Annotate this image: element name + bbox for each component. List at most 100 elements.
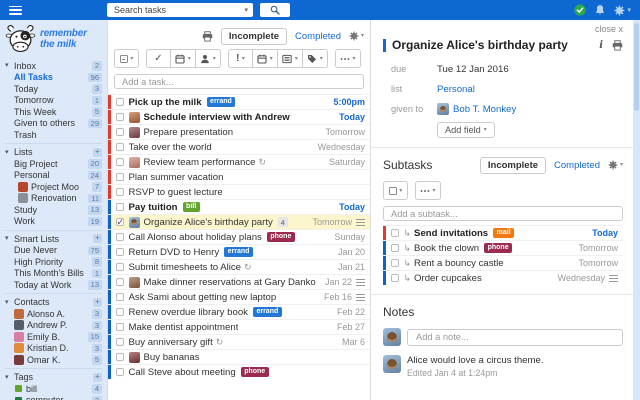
task-row[interactable]: Pay tuitionbillToday bbox=[108, 199, 370, 214]
sidebar-item-andrew-p[interactable]: Andrew P.3 bbox=[0, 320, 107, 332]
sidebar-item-work[interactable]: Work19 bbox=[0, 216, 107, 228]
toolbar-due-date-button[interactable] bbox=[171, 49, 196, 68]
toolbar-select-button[interactable] bbox=[114, 49, 139, 68]
sidebar-item-due-never[interactable]: Due Never75 bbox=[0, 245, 107, 257]
task-row[interactable]: Organize Alice's birthday party4Tomorrow bbox=[108, 214, 370, 229]
task-row[interactable]: Schedule interview with AndrewToday bbox=[108, 109, 370, 124]
sidebar-item-kristian-d[interactable]: Kristian D.3 bbox=[0, 343, 107, 355]
toolbar-more-button[interactable] bbox=[415, 181, 441, 200]
toolbar-postpone-button[interactable] bbox=[253, 49, 278, 68]
detail-task-title[interactable]: Organize Alice's birthday party bbox=[392, 38, 599, 52]
task-row[interactable]: Buy anniversary giftMar 6 bbox=[108, 334, 370, 349]
add-note-input[interactable] bbox=[414, 331, 616, 343]
task-checkbox[interactable] bbox=[116, 158, 124, 166]
subtask-row[interactable]: Order cupcakesWednesday bbox=[383, 270, 623, 285]
sidebar-item-computer[interactable]: computer2 bbox=[0, 395, 107, 400]
task-checkbox[interactable] bbox=[116, 263, 124, 271]
detail-scrollbar-track[interactable] bbox=[633, 20, 640, 400]
toolbar-assign-button[interactable] bbox=[196, 49, 221, 68]
add-note-box[interactable] bbox=[407, 329, 623, 346]
tag-chip[interactable]: mail bbox=[493, 228, 514, 238]
task-checkbox[interactable] bbox=[116, 143, 124, 151]
task-row[interactable]: Submit timesheets to AliceJan 21 bbox=[108, 259, 370, 274]
task-checkbox[interactable] bbox=[116, 353, 124, 361]
task-row[interactable]: Make dentist appointmentFeb 27 bbox=[108, 319, 370, 334]
sidebar-section-smart-lists[interactable]: Smart Lists bbox=[0, 233, 107, 245]
task-checkbox[interactable] bbox=[116, 98, 124, 106]
sidebar-item-project-moo[interactable]: Project Moo7 bbox=[0, 181, 107, 193]
notifications-bell-icon[interactable] bbox=[594, 4, 606, 16]
list-options-button[interactable] bbox=[349, 31, 364, 41]
search-options-caret-icon[interactable] bbox=[244, 7, 248, 14]
tag-chip[interactable]: errand bbox=[207, 97, 236, 107]
sidebar-item-high-priority[interactable]: High Priority8 bbox=[0, 256, 107, 268]
task-checkbox[interactable] bbox=[116, 113, 124, 121]
tag-chip[interactable]: errand bbox=[224, 247, 253, 257]
tag-chip[interactable]: phone bbox=[267, 232, 295, 242]
add-subtask-input[interactable] bbox=[389, 208, 617, 220]
subtasks-tab-completed[interactable]: Completed bbox=[554, 160, 600, 171]
task-row[interactable]: Pick up the milkerrand5:00pm bbox=[108, 94, 370, 109]
add-icon[interactable] bbox=[93, 373, 102, 382]
print-button[interactable] bbox=[202, 31, 213, 42]
toolbar-priority-button[interactable]: ! bbox=[228, 49, 253, 68]
subtasks-tab-incomplete[interactable]: Incomplete bbox=[480, 157, 546, 174]
add-field-button[interactable]: Add field bbox=[437, 122, 495, 138]
settings-menu-button[interactable] bbox=[614, 5, 631, 16]
toolbar-tag-button[interactable] bbox=[303, 49, 328, 68]
add-icon[interactable] bbox=[93, 148, 102, 157]
task-checkbox[interactable] bbox=[116, 203, 124, 211]
task-row[interactable]: Renew overdue library bookerrandFeb 22 bbox=[108, 304, 370, 319]
sidebar-item-alonso-a[interactable]: Alonso A.3 bbox=[0, 308, 107, 320]
task-checkbox[interactable] bbox=[391, 244, 399, 252]
task-row[interactable]: Review team performanceSaturday bbox=[108, 154, 370, 169]
sidebar-item-today[interactable]: Today3 bbox=[0, 83, 107, 95]
sidebar-item-omar-k[interactable]: Omar K.5 bbox=[0, 354, 107, 366]
task-checkbox[interactable] bbox=[116, 323, 124, 331]
sidebar-item-this-month-s-bills[interactable]: This Month's Bills1 bbox=[0, 268, 107, 280]
sidebar-item-personal[interactable]: Personal24 bbox=[0, 170, 107, 182]
task-checkbox[interactable] bbox=[116, 218, 124, 226]
task-row[interactable]: Prepare presentationTomorrow bbox=[108, 124, 370, 139]
task-row[interactable]: Take over the worldWednesday bbox=[108, 139, 370, 154]
task-checkbox[interactable] bbox=[391, 229, 399, 237]
sidebar-section-contacts[interactable]: Contacts bbox=[0, 297, 107, 309]
task-checkbox[interactable] bbox=[116, 308, 124, 316]
tag-chip[interactable]: phone bbox=[241, 367, 269, 377]
sidebar-item-given-to-others[interactable]: Given to others29 bbox=[0, 118, 107, 130]
sidebar-item-trash[interactable]: Trash bbox=[0, 129, 107, 141]
close-detail-button[interactable]: close x bbox=[595, 24, 623, 34]
task-row[interactable]: Call Alonso about holiday plansphoneSund… bbox=[108, 229, 370, 244]
tag-chip[interactable]: bill bbox=[183, 202, 200, 212]
task-checkbox[interactable] bbox=[116, 293, 124, 301]
sidebar-item-all-tasks[interactable]: All Tasks96 bbox=[0, 72, 107, 84]
info-icon[interactable]: i bbox=[599, 40, 603, 51]
task-row[interactable]: Ask Sami about getting new laptopFeb 16 bbox=[108, 289, 370, 304]
sidebar-item-study[interactable]: Study13 bbox=[0, 204, 107, 216]
sidebar-section-inbox[interactable]: Inbox2 bbox=[0, 60, 107, 72]
tag-chip[interactable]: errand bbox=[253, 307, 282, 317]
subtask-row[interactable]: Book the clownphoneTomorrow bbox=[383, 240, 623, 255]
add-task-box[interactable] bbox=[114, 74, 364, 89]
add-task-input[interactable] bbox=[120, 76, 358, 88]
subtasks-options-button[interactable] bbox=[608, 160, 623, 170]
add-subtask-box[interactable] bbox=[383, 206, 623, 221]
task-checkbox[interactable] bbox=[391, 259, 399, 267]
task-checkbox[interactable] bbox=[116, 188, 124, 196]
sidebar-item-this-week[interactable]: This Week5 bbox=[0, 106, 107, 118]
field-value[interactable]: Bob T. Monkey bbox=[437, 103, 516, 115]
sidebar-item-today-at-work[interactable]: Today at Work13 bbox=[0, 279, 107, 291]
task-row[interactable]: Call Steve about meetingphone bbox=[108, 364, 370, 379]
hamburger-menu-button[interactable] bbox=[9, 6, 22, 15]
sidebar-item-tomorrow[interactable]: Tomorrow1 bbox=[0, 95, 107, 107]
task-checkbox[interactable] bbox=[116, 128, 124, 136]
sidebar-section-tags[interactable]: Tags bbox=[0, 372, 107, 384]
task-checkbox[interactable] bbox=[116, 233, 124, 241]
task-row[interactable]: Plan summer vacation bbox=[108, 169, 370, 184]
sidebar-item-emily-b[interactable]: Emily B.15 bbox=[0, 331, 107, 343]
search-button[interactable] bbox=[260, 3, 290, 17]
task-row[interactable]: Make dinner reservations at Gary DankoJa… bbox=[108, 274, 370, 289]
task-row[interactable]: RSVP to guest lecture bbox=[108, 184, 370, 199]
task-checkbox[interactable] bbox=[116, 338, 124, 346]
tab-completed[interactable]: Completed bbox=[295, 31, 341, 42]
